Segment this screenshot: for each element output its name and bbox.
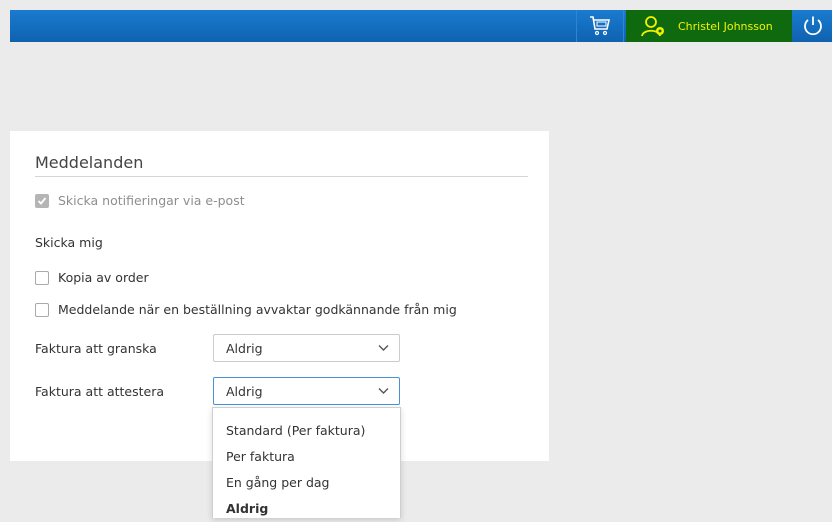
dropdown-option[interactable]: Aldrig [213,496,400,522]
invoice-review-select[interactable]: Aldrig [213,334,400,362]
invoice-attest-value: Aldrig [226,383,263,399]
invoice-review-label: Faktura att granska [35,341,157,356]
check-icon [37,196,47,205]
user-settings-icon [640,14,670,38]
dropdown-option[interactable]: Per faktura [213,444,400,470]
shopping-cart-icon [590,16,610,36]
divider [35,176,528,177]
logout-button[interactable] [794,10,832,42]
copy-order-label: Kopia av order [58,270,149,285]
email-notify-row: Skicka notifieringar via e-post [35,193,245,208]
chevron-down-icon [378,345,389,351]
user-menu-button[interactable]: Christel Johnsson [626,10,792,42]
approval-label: Meddelande när en beställning avvaktar g… [58,302,457,317]
copy-order-row: Kopia av order [35,270,149,285]
email-notify-checkbox[interactable] [35,193,49,208]
invoice-attest-select[interactable]: Aldrig [213,377,400,405]
power-icon [804,16,822,36]
user-name: Christel Johnsson [678,19,773,33]
top-bar: Christel Johnsson [10,10,832,42]
email-notify-label: Skicka notifieringar via e-post [58,193,245,208]
invoice-attest-dropdown: Standard (Per faktura) Per faktura En gå… [212,407,401,518]
invoice-review-value: Aldrig [226,340,263,356]
dropdown-option[interactable]: En gång per dag [213,470,400,496]
approval-checkbox[interactable] [35,302,49,317]
copy-order-checkbox[interactable] [35,270,49,285]
dropdown-option[interactable]: Standard (Per faktura) [213,418,400,444]
invoice-attest-label: Faktura att attestera [35,384,165,399]
chevron-down-icon [378,388,389,394]
approval-row: Meddelande när en beställning avvaktar g… [35,302,457,317]
cart-button[interactable] [576,10,624,42]
section-title: Meddelanden [35,153,144,172]
send-me-label: Skicka mig [35,235,103,250]
